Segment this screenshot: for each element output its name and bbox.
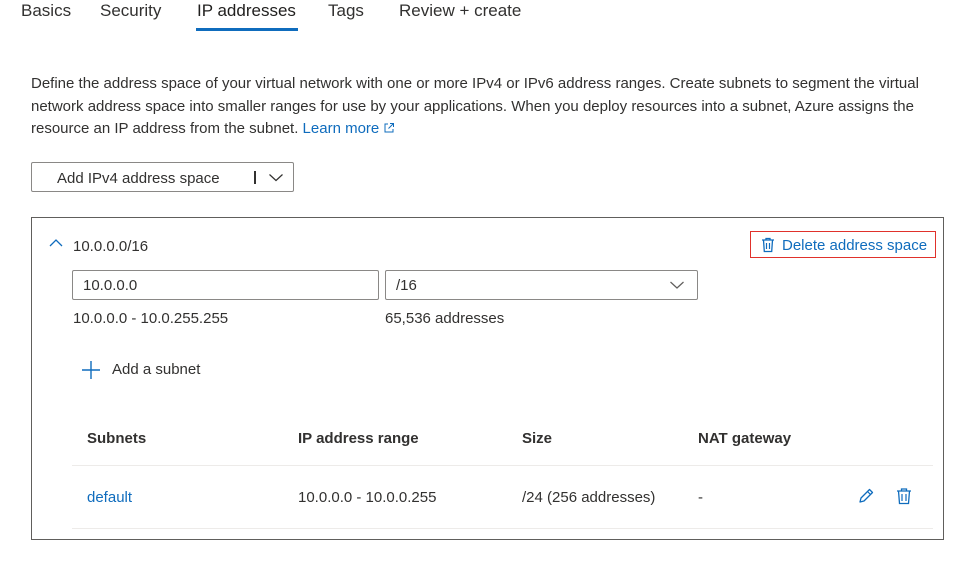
column-header-ip-range: IP address range <box>298 430 419 447</box>
tab-tags[interactable]: Tags <box>328 0 364 22</box>
tab-security[interactable]: Security <box>100 0 161 22</box>
subnet-nat-gateway: - <box>698 489 703 506</box>
delete-address-space-button[interactable]: Delete address space <box>750 231 936 258</box>
starting-address-input[interactable] <box>72 270 379 300</box>
table-divider <box>72 465 933 466</box>
plus-icon <box>82 361 100 379</box>
edit-icon[interactable] <box>857 487 875 505</box>
address-space-title: 10.0.0.0/16 <box>73 238 149 255</box>
active-tab-indicator <box>196 28 298 31</box>
delete-address-space-label: Delete address space <box>782 237 928 254</box>
column-header-nat-gateway: NAT gateway <box>698 430 792 447</box>
subnet-size: /24 (256 addresses) <box>522 489 656 506</box>
address-space-panel: 10.0.0.0/16 Delete address space /16 10.… <box>31 217 944 540</box>
button-separator <box>254 171 256 184</box>
page-description: Define the address space of your virtual… <box>31 73 951 141</box>
column-header-subnets: Subnets <box>87 430 147 447</box>
add-ipv4-address-space-button[interactable]: Add IPv4 address space <box>31 162 294 192</box>
tab-bar: Basics Security IP addresses Tags Review… <box>0 0 970 34</box>
chevron-down-icon <box>670 281 684 289</box>
chevron-up-icon[interactable] <box>49 238 63 248</box>
trash-icon <box>762 237 774 253</box>
prefix-size-dropdown[interactable]: /16 <box>385 270 698 300</box>
table-row-divider <box>72 528 933 529</box>
chevron-down-icon[interactable] <box>268 171 284 183</box>
prefix-value: /16 <box>396 277 417 294</box>
learn-more-label: Learn more <box>302 120 380 137</box>
add-subnet-button[interactable]: Add a subnet <box>81 358 221 382</box>
subnet-ip-range: 10.0.0.0 - 10.0.0.255 <box>298 489 437 506</box>
address-range-text: 10.0.0.0 - 10.0.255.255 <box>73 310 229 327</box>
tab-review-create[interactable]: Review + create <box>399 0 521 22</box>
tab-basics[interactable]: Basics <box>21 0 71 22</box>
column-header-size: Size <box>522 430 553 447</box>
address-count-text: 65,536 addresses <box>385 310 505 327</box>
add-address-space-label: Add IPv4 address space <box>57 170 220 187</box>
description-text: Define the address space of your virtual… <box>31 75 919 137</box>
external-link-icon <box>384 123 395 133</box>
add-subnet-label: Add a subnet <box>112 361 201 378</box>
subnet-name-link[interactable]: default <box>87 489 132 506</box>
tab-ip-addresses[interactable]: IP addresses <box>197 0 296 22</box>
learn-more-link[interactable]: Learn more <box>303 120 396 137</box>
trash-icon[interactable] <box>895 487 913 505</box>
